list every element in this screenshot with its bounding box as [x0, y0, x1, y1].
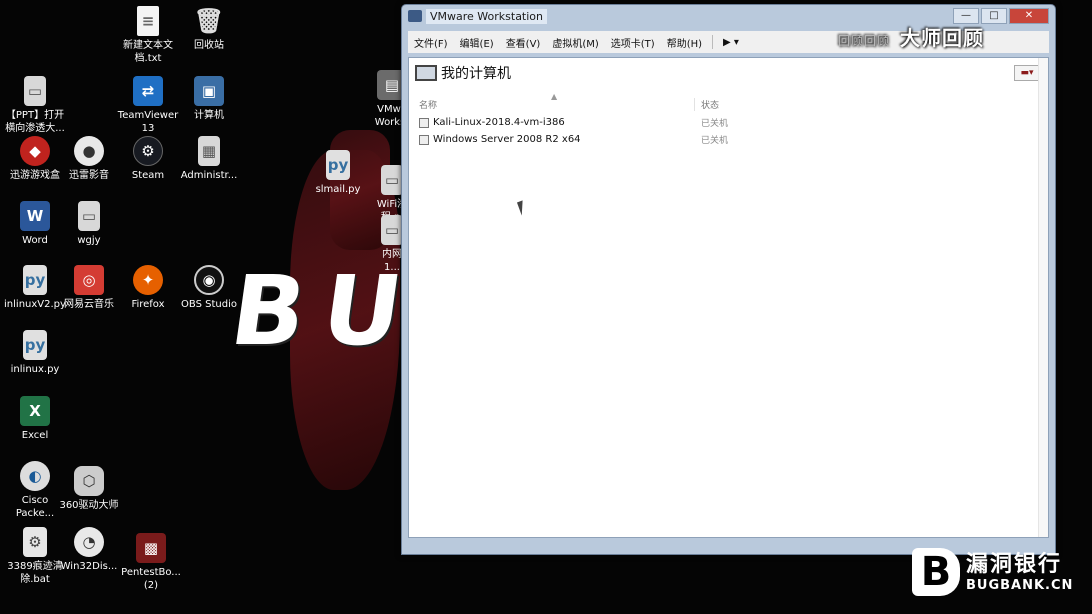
column-header-state[interactable]: 状态 — [695, 98, 719, 111]
desktop-icon[interactable]: ▦ Administr... — [174, 136, 244, 182]
excel-icon: X — [20, 396, 50, 426]
sort-arrow-icon: ▲ — [551, 91, 558, 101]
driver-icon: ⬡ — [74, 466, 104, 496]
library-title: 我的计算机 — [441, 66, 511, 82]
desktop-icon[interactable]: X Excel — [0, 396, 70, 442]
close-button[interactable]: ✕ — [1009, 8, 1049, 24]
bugbank-logo-icon: B — [912, 548, 960, 596]
menu-help[interactable]: 帮助(H) — [661, 35, 708, 50]
power-dropdown-button[interactable]: ▶ ▾ — [717, 37, 745, 48]
desktop-icon[interactable]: ▣ 计算机 — [174, 76, 244, 122]
desktop-icon[interactable]: ▭ 【PPT】打开 横向渗透大... — [0, 76, 70, 135]
virtual-machine-icon — [419, 134, 429, 145]
obs-icon: ◉ — [194, 265, 224, 295]
brand-watermark: B 漏洞银行 BUGBANK.CN — [912, 548, 1073, 596]
desktop-icon-label: Firefox — [131, 299, 165, 310]
desktop-icon-label: Steam — [131, 170, 165, 181]
file-icon: ▭ — [78, 201, 100, 231]
top-watermark: 回顾回顾 大师回顾 — [838, 22, 984, 51]
desktop-icon-label: Administr... — [180, 170, 238, 181]
desktop-icon-label: PentestBo... (2) — [121, 567, 181, 591]
desktop-icon-label: OBS Studio — [181, 299, 237, 310]
desktop-icon[interactable]: ✦ Firefox — [113, 265, 183, 311]
vm-name: Windows Server 2008 R2 x64 — [433, 134, 581, 145]
pentestbox-icon: ▩ — [136, 533, 166, 563]
desktop-icon[interactable]: ▩ PentestBo... (2) — [116, 533, 186, 592]
desktop-icon[interactable]: ◉ OBS Studio — [174, 265, 244, 311]
steam-icon: ⚙ — [133, 136, 163, 166]
column-name-label: 名称 — [419, 100, 438, 111]
vm-state: 已关机 — [701, 119, 729, 129]
my-computer-icon — [415, 65, 437, 81]
vmware-app-icon — [408, 10, 422, 22]
recycle-bin-icon: 🗑 — [193, 6, 225, 35]
computer-icon: ▣ — [194, 76, 224, 106]
vm-list-item[interactable]: Kali-Linux-2018.4-vm-i386 已关机 — [415, 114, 1042, 131]
desktop-icon-label: 【PPT】打开 横向渗透大... — [5, 110, 65, 134]
word-icon: W — [20, 201, 50, 231]
watermark-faint-text: 回顾回顾 — [838, 34, 891, 48]
vm-list-item[interactable]: Windows Server 2008 R2 x64 已关机 — [415, 131, 1042, 148]
batch-file-icon: ⚙ — [23, 527, 47, 557]
column-headers: 名称 ▲ 状态 — [415, 92, 1042, 114]
desktop-icon-label: 新建文本文 档.txt — [123, 40, 173, 64]
python-file-icon: py — [326, 150, 350, 180]
vmware-window[interactable]: VMware Workstation — □ ✕ 文件(F) 编辑(E) 查看(… — [401, 4, 1056, 555]
column-header-name[interactable]: 名称 ▲ — [415, 92, 695, 111]
desktop-icon[interactable]: ◔ Win32Dis... — [54, 527, 124, 573]
desktop-icon-label: Win32Dis... — [60, 561, 118, 572]
desktop-icon[interactable]: ▭ wgjy — [54, 201, 124, 247]
vertical-scrollbar[interactable] — [1038, 58, 1048, 537]
desktop-icon-label: inlinux.py — [10, 364, 60, 375]
text-file-icon: ≡ — [137, 6, 159, 36]
watermark-text: 大师回顾 — [899, 26, 984, 50]
library-panel: 我的计算机 ▬▾ 名称 ▲ 状态 Kali-Linux-2018.4-vm-i3… — [408, 57, 1049, 538]
shortcut-icon: ▭ — [381, 215, 403, 245]
vm-state: 已关机 — [701, 136, 729, 146]
menu-view[interactable]: 查看(V) — [500, 35, 547, 50]
user-folder-icon: ▦ — [198, 136, 220, 166]
media-player-icon: ● — [74, 136, 104, 166]
menu-edit[interactable]: 编辑(E) — [454, 35, 500, 50]
desktop-icon[interactable]: ⇄ TeamViewer 13 — [113, 76, 183, 135]
desktop-icon-label: TeamViewer 13 — [117, 110, 179, 134]
desktop-icon[interactable]: ⚙ Steam — [113, 136, 183, 182]
brand-name-cn: 漏洞银行 — [966, 551, 1063, 577]
teamviewer-icon: ⇄ — [133, 76, 163, 106]
maximize-button[interactable]: □ — [981, 8, 1007, 24]
desktop-icon[interactable]: py inlinux.py — [0, 330, 70, 376]
desktop-icon[interactable]: ⬡ 360驱动大师 — [54, 466, 124, 512]
desktop-icon-label: 回收站 — [194, 40, 224, 51]
disk-imager-icon: ◔ — [74, 527, 104, 557]
desktop-icon-label: 360驱动大师 — [59, 500, 119, 511]
menu-tabs[interactable]: 选项卡(T) — [605, 35, 661, 50]
vm-name: Kali-Linux-2018.4-vm-i386 — [433, 117, 565, 128]
virtual-machine-icon — [419, 117, 429, 128]
desktop-icon[interactable]: ≡ 新建文本文 档.txt — [113, 6, 183, 65]
desktop-icon-label: wgjy — [77, 235, 101, 246]
brand-name-en: BUGBANK.CN — [966, 577, 1074, 593]
cisco-icon: ◐ — [20, 461, 50, 491]
shortcut-icon: ▭ — [24, 76, 46, 106]
game-box-icon: ◆ — [20, 136, 50, 166]
desktop-icon-label: Excel — [21, 430, 49, 441]
desktop-icon-label: 计算机 — [194, 110, 224, 121]
window-title: VMware Workstation — [426, 8, 548, 24]
python-file-icon: py — [23, 265, 47, 295]
menu-vm[interactable]: 虚拟机(M) — [546, 35, 604, 50]
menu-separator — [712, 35, 714, 49]
netease-music-icon: ◎ — [74, 265, 104, 295]
firefox-icon: ✦ — [133, 265, 163, 295]
menu-file[interactable]: 文件(F) — [408, 35, 454, 50]
library-header: 我的计算机 ▬▾ — [409, 58, 1048, 88]
python-file-icon: py — [23, 330, 47, 360]
desktop-icon[interactable]: 🗑 回收站 — [174, 6, 244, 52]
script-file-icon: ▭ — [381, 165, 403, 195]
view-toggle-button[interactable]: ▬▾ — [1014, 65, 1040, 81]
